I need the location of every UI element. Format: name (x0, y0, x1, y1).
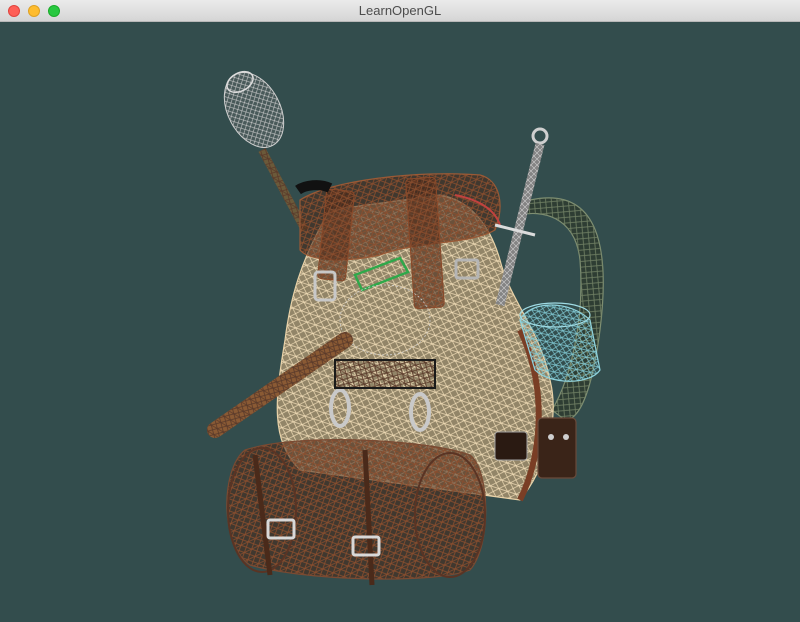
center-patch (334, 359, 436, 389)
torch-model (223, 70, 309, 232)
title-bar[interactable]: LearnOpenGL (0, 0, 800, 22)
window-title: LearnOpenGL (358, 3, 442, 18)
opengl-viewport[interactable] (0, 22, 800, 622)
render-canvas (207, 70, 604, 586)
bedroll-model (226, 439, 487, 586)
app-window: LearnOpenGL (0, 0, 800, 622)
knife-model (494, 127, 549, 307)
